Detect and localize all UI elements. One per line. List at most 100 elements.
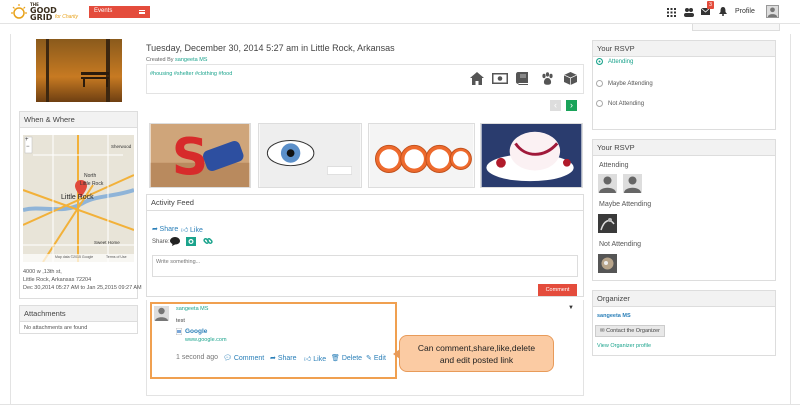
share-icon: ➦ bbox=[152, 226, 158, 233]
rsvp-option-label: Attending bbox=[608, 59, 634, 66]
rsvp-list-heading: Your RSVP bbox=[593, 140, 775, 156]
rsvp-option-attending[interactable]: Attending bbox=[596, 58, 633, 65]
post-text: test bbox=[176, 318, 185, 324]
address-line-1: 4000 w ,13th st, bbox=[23, 269, 62, 275]
not-attending-heading: Not Attending bbox=[599, 241, 642, 248]
chat-bubble-icon[interactable] bbox=[170, 237, 180, 246]
callout-line-2: and edit posted link bbox=[439, 355, 514, 365]
map-label-sweet-home: Sweet Home bbox=[94, 240, 120, 245]
contact-organizer-label: Contact the Organizer bbox=[606, 328, 660, 334]
rsvp-option-label: Not Attending bbox=[608, 101, 645, 108]
left-divider bbox=[10, 34, 11, 404]
rsvp-option-maybe[interactable]: Maybe Attending bbox=[596, 80, 653, 87]
profile-link[interactable]: Profile bbox=[735, 8, 755, 15]
post-edit-action[interactable]: ✎ Edit bbox=[366, 354, 386, 362]
event-title: Tuesday, December 30, 2014 5:27 am in Li… bbox=[146, 43, 395, 53]
post-share-action[interactable]: ➦ Share bbox=[270, 354, 297, 362]
post-link-url[interactable]: www.google.com bbox=[185, 337, 227, 343]
maybe-attendee-photo[interactable] bbox=[598, 214, 617, 233]
event-tags[interactable]: #housing #shelter #clothing #food bbox=[150, 71, 232, 77]
next-arrow-button[interactable]: › bbox=[566, 100, 577, 111]
created-by-prefix: Created By bbox=[146, 57, 174, 63]
trash-icon: 🗑︎ bbox=[331, 355, 340, 362]
logo-text[interactable]: THE GOOD GRID bbox=[30, 2, 57, 22]
bell-icon[interactable] bbox=[719, 7, 727, 16]
home-icon bbox=[470, 72, 484, 85]
map-terms-link[interactable]: Terms of Use bbox=[106, 255, 127, 259]
image-upload-icon[interactable] bbox=[186, 237, 196, 246]
like-action[interactable]: 👍︎ Like bbox=[181, 225, 203, 234]
organizer-heading: Organizer bbox=[593, 291, 775, 307]
gallery-image-eye[interactable] bbox=[258, 123, 362, 188]
zoom-in-button[interactable]: + bbox=[25, 137, 29, 143]
post-edit-label: Edit bbox=[373, 355, 386, 362]
post-input[interactable] bbox=[152, 255, 578, 277]
book-icon bbox=[516, 72, 528, 85]
user-avatar-icon[interactable] bbox=[766, 5, 779, 18]
event-cover-image bbox=[36, 39, 122, 102]
map-label-little-rock: Little Rock bbox=[61, 194, 94, 201]
partial-button[interactable] bbox=[692, 24, 780, 31]
map-label-nlr: Little Rock bbox=[80, 181, 104, 187]
share-label: Share bbox=[159, 226, 179, 233]
post-author-avatar bbox=[154, 306, 169, 321]
users-icon[interactable] bbox=[684, 7, 694, 17]
link-thumbnail-icon bbox=[176, 328, 182, 335]
svg-text:S: S bbox=[172, 127, 208, 186]
post-like-action[interactable]: 👍︎ Like bbox=[304, 354, 326, 363]
attachments-panel: Attachments No attachments are found bbox=[19, 305, 138, 334]
link-icon[interactable] bbox=[203, 236, 213, 246]
post-author[interactable]: sangeeta MS bbox=[176, 306, 208, 312]
attending-heading: Attending bbox=[599, 162, 629, 169]
event-date-range: Dec 30,2014 05:27 AM to Jan 25,2015 09:2… bbox=[23, 285, 142, 291]
like-label: Like bbox=[190, 227, 203, 234]
radio-icon[interactable] bbox=[596, 100, 603, 107]
grid-icon[interactable] bbox=[667, 8, 676, 17]
post-link-title[interactable]: Google bbox=[185, 328, 207, 335]
attendee-avatar[interactable] bbox=[623, 174, 642, 193]
not-attendee-photo[interactable] bbox=[598, 254, 617, 273]
post-share-label: Share bbox=[277, 355, 297, 362]
share-prefix: Share: bbox=[152, 239, 170, 245]
radio-selected-icon[interactable] bbox=[596, 58, 603, 65]
view-organizer-profile-link[interactable]: View Organizer profile bbox=[597, 343, 651, 349]
rsvp-option-not[interactable]: Not Attending bbox=[596, 100, 644, 107]
post-like-label: Like bbox=[313, 356, 327, 363]
share-action[interactable]: ➦ Share bbox=[152, 225, 178, 233]
notification-badge: 3 bbox=[707, 1, 714, 9]
post-options-caret[interactable]: ▼ bbox=[568, 305, 574, 311]
box-icon bbox=[564, 72, 577, 85]
radio-icon[interactable] bbox=[596, 80, 603, 87]
map-attribution: Map data ©2015 Google bbox=[55, 255, 94, 259]
when-where-heading: When & Where bbox=[20, 112, 137, 128]
envelope-icon: ✉ bbox=[600, 328, 605, 334]
events-menu-button[interactable]: Events bbox=[89, 6, 150, 18]
paw-icon bbox=[542, 72, 553, 85]
gallery-image-letter-s[interactable]: S bbox=[149, 123, 251, 188]
mail-icon[interactable] bbox=[701, 8, 710, 16]
sun-logo-icon bbox=[11, 4, 27, 19]
post-delete-action[interactable]: 🗑︎ Delete bbox=[331, 354, 362, 362]
event-address: 4000 w ,13th st, Little Rock, Arkansas 7… bbox=[23, 268, 142, 292]
edit-icon: ✎ bbox=[366, 355, 372, 362]
attachments-empty-text: No attachments are found bbox=[24, 325, 88, 331]
post-timestamp: 1 second ago bbox=[176, 354, 219, 361]
creator-link[interactable]: sangeeta MS bbox=[175, 57, 207, 63]
event-created-by: Created By sangeeta MS bbox=[146, 57, 207, 63]
attendee-avatar[interactable] bbox=[598, 174, 617, 193]
hamburger-icon bbox=[139, 10, 145, 14]
thumbs-up-icon: 👍︎ bbox=[304, 356, 312, 363]
zoom-out-button[interactable]: − bbox=[26, 144, 30, 150]
contact-organizer-button[interactable]: ✉ Contact the Organizer bbox=[595, 325, 665, 337]
comment-button[interactable]: Comment bbox=[538, 284, 577, 296]
maybe-heading: Maybe Attending bbox=[599, 201, 652, 208]
prev-arrow-button[interactable]: ‹ bbox=[550, 100, 561, 111]
gallery-image-clocks[interactable] bbox=[368, 123, 475, 188]
money-icon bbox=[492, 73, 508, 84]
organizer-name[interactable]: sangeeta MS bbox=[597, 313, 631, 319]
gallery-image-dessert[interactable] bbox=[480, 123, 583, 188]
address-line-2: Little Rock, Arkansas 72204 bbox=[23, 277, 92, 283]
post-comment-action[interactable]: 💬︎ Comment bbox=[223, 354, 264, 362]
events-label: Events bbox=[94, 8, 113, 14]
right-divider bbox=[790, 34, 791, 404]
